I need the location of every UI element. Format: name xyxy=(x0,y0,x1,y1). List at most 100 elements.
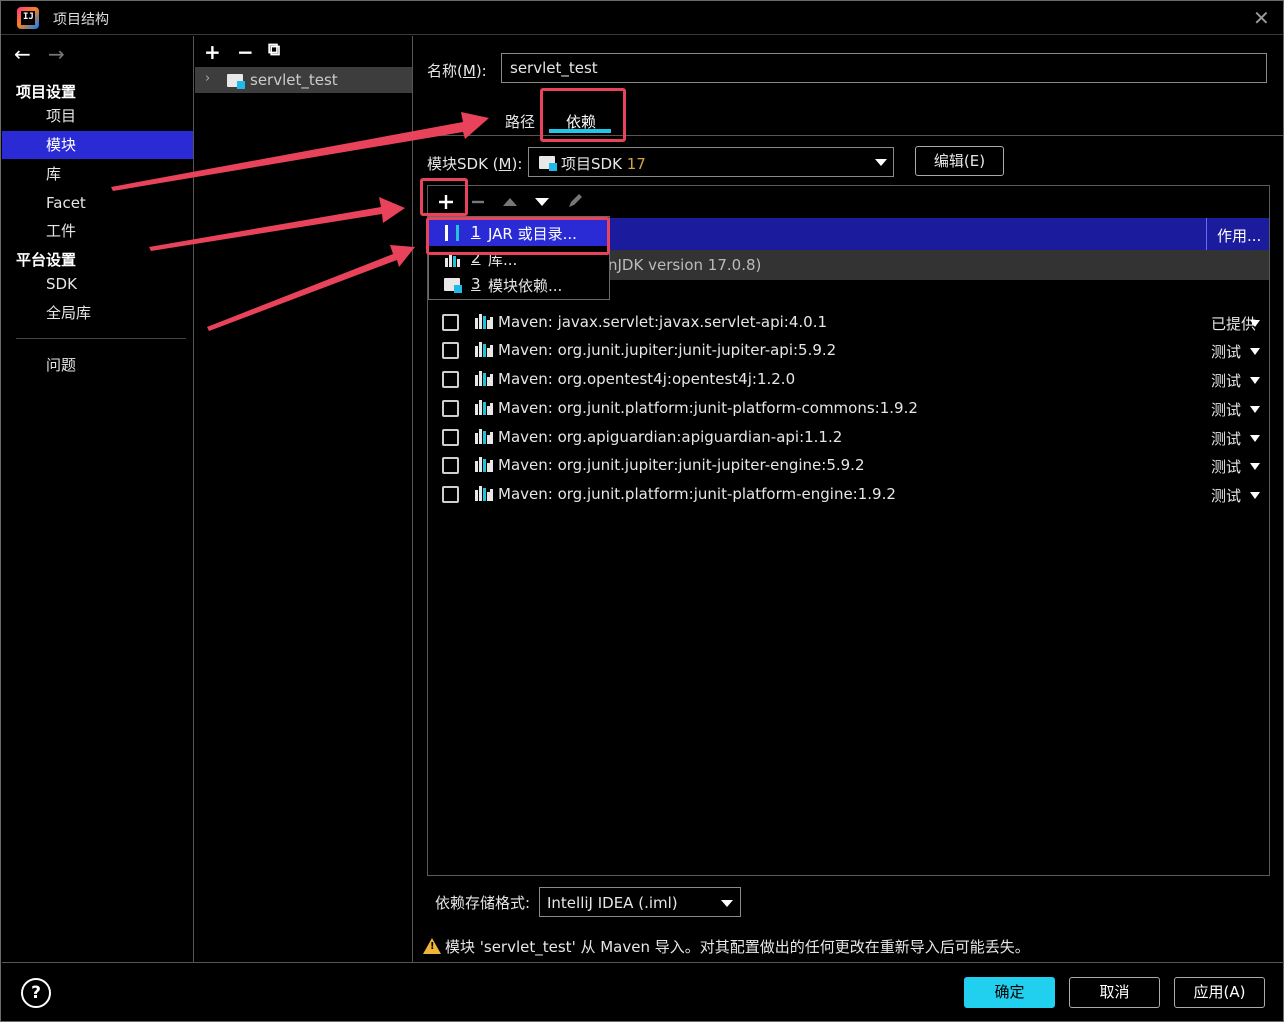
sdk-dependency-label: nJDK version 17.0.8) xyxy=(608,256,762,274)
library-icon xyxy=(475,457,493,472)
library-icon xyxy=(475,342,493,357)
nav-item-problems[interactable]: 问题 xyxy=(2,351,193,379)
warning-icon xyxy=(423,938,441,954)
help-button[interactable]: ? xyxy=(21,978,51,1008)
remove-module-button[interactable]: − xyxy=(237,40,254,64)
dependency-name: Maven: org.junit.platform:junit-platform… xyxy=(498,485,896,503)
apply-button[interactable]: 应用(A) xyxy=(1174,977,1265,1008)
cancel-button[interactable]: 取消 xyxy=(1069,977,1160,1008)
edit-sdk-button[interactable]: 编辑(E) xyxy=(915,146,1004,176)
dependency-name: Maven: org.junit.jupiter:junit-jupiter-e… xyxy=(498,456,865,474)
dependency-name: Maven: org.junit.jupiter:junit-jupiter-a… xyxy=(498,341,837,359)
project-settings-header: 项目设置 xyxy=(16,83,77,101)
nav-item-modules[interactable]: 模块 xyxy=(2,131,193,159)
table-row[interactable]: Maven: org.junit.platform:junit-platform… xyxy=(428,395,1269,423)
module-folder-icon xyxy=(444,278,462,293)
dependency-name: Maven: javax.servlet:javax.servlet-api:4… xyxy=(498,313,828,331)
storage-format-value: IntelliJ IDEA (.iml) xyxy=(547,894,678,912)
title-bar: IJ 项目结构 ✕ xyxy=(1,1,1283,35)
jar-menu-item-highlight xyxy=(426,217,610,255)
nav-item-sdks[interactable]: SDK xyxy=(2,270,193,298)
nav-item-global-libraries[interactable]: 全局库 xyxy=(2,299,193,327)
settings-nav: ← → 项目设置 项目 模块 库 Facet 工件 平台设置 SDK 全局库 问… xyxy=(2,36,194,962)
library-icon xyxy=(475,371,493,386)
chevron-down-icon[interactable] xyxy=(1250,348,1260,355)
forward-arrow-icon[interactable]: → xyxy=(48,42,65,66)
close-icon[interactable]: ✕ xyxy=(1253,6,1270,30)
sdk-selected-value: 项目SDK 17 xyxy=(561,155,646,173)
table-row[interactable]: Maven: org.junit.jupiter:junit-jupiter-e… xyxy=(428,452,1269,480)
storage-format-dropdown[interactable]: IntelliJ IDEA (.iml) xyxy=(539,887,741,917)
dependency-scope[interactable]: 测试 xyxy=(1211,456,1241,477)
window-title: 项目结构 xyxy=(53,12,109,28)
dependencies-toolbar xyxy=(428,186,1269,218)
export-checkbox[interactable] xyxy=(442,486,459,503)
nav-item-facets[interactable]: Facet xyxy=(2,189,193,217)
dependency-scope[interactable]: 测试 xyxy=(1211,399,1241,420)
export-checkbox[interactable] xyxy=(442,342,459,359)
table-row[interactable]: Maven: org.apiguardian:apiguardian-api:1… xyxy=(428,424,1269,452)
chevron-down-icon[interactable] xyxy=(875,159,887,166)
dependency-name: Maven: org.junit.platform:junit-platform… xyxy=(498,399,918,417)
nav-divider xyxy=(16,338,186,339)
name-label: 名称(M): xyxy=(427,62,487,80)
chevron-down-icon[interactable] xyxy=(1250,492,1260,499)
dependency-name: Maven: org.opentest4j:opentest4j:1.2.0 xyxy=(498,370,796,388)
export-checkbox[interactable] xyxy=(442,457,459,474)
module-name-field[interactable]: servlet_test xyxy=(501,53,1267,83)
module-sdk-dropdown[interactable]: 项目SDK 17 xyxy=(528,147,894,177)
remove-dependency-icon[interactable] xyxy=(470,194,486,210)
export-checkbox[interactable] xyxy=(442,400,459,417)
move-up-icon[interactable] xyxy=(502,195,518,209)
table-row[interactable]: Maven: org.junit.platform:junit-platform… xyxy=(428,481,1269,509)
chevron-down-icon[interactable] xyxy=(1250,320,1260,327)
dependency-name: Maven: org.apiguardian:apiguardian-api:1… xyxy=(498,428,843,446)
library-icon xyxy=(475,429,493,444)
export-checkbox[interactable] xyxy=(442,314,459,331)
chevron-down-icon[interactable] xyxy=(721,900,733,907)
library-icon xyxy=(475,486,493,501)
nav-item-project[interactable]: 项目 xyxy=(2,102,193,130)
maven-import-warning: 模块 'servlet_test' 从 Maven 导入。对其配置做出的任何更改… xyxy=(423,936,1030,957)
add-module-button[interactable]: + xyxy=(204,40,221,64)
project-structure-dialog: IJ 项目结构 ✕ ← → 项目设置 项目 模块 库 Facet 工件 平台设置… xyxy=(0,0,1284,1022)
library-icon xyxy=(475,314,493,329)
copy-module-button[interactable]: ⧉ xyxy=(268,40,280,60)
menu-item-module-dependency[interactable]: 3 模块依赖... xyxy=(429,272,609,298)
dependency-scope[interactable]: 测试 xyxy=(1211,485,1241,506)
tab-sources[interactable]: 路径 xyxy=(505,111,535,132)
nav-item-artifacts[interactable]: 工件 xyxy=(2,217,193,245)
storage-format-label: 依赖存储格式: xyxy=(435,894,531,912)
sdk-folder-icon xyxy=(539,156,557,171)
chevron-down-icon[interactable] xyxy=(1250,435,1260,442)
scope-column-header[interactable]: 作用... xyxy=(1206,218,1269,250)
chevron-down-icon[interactable] xyxy=(1250,406,1260,413)
edit-dependency-icon[interactable] xyxy=(566,192,584,210)
chevron-down-icon[interactable] xyxy=(1250,463,1260,470)
chevron-right-icon[interactable]: › xyxy=(205,71,210,86)
dependency-scope[interactable]: 测试 xyxy=(1211,341,1241,362)
dependency-scope[interactable]: 测试 xyxy=(1211,370,1241,391)
move-down-icon[interactable] xyxy=(534,195,550,209)
dependency-scope[interactable]: 测试 xyxy=(1211,428,1241,449)
intellij-logo-icon: IJ xyxy=(17,7,39,29)
warning-text: 模块 'servlet_test' 从 Maven 导入。对其配置做出的任何更改… xyxy=(445,938,1030,956)
nav-item-libraries[interactable]: 库 xyxy=(2,160,193,188)
module-folder-icon xyxy=(227,74,245,89)
module-tree-item[interactable]: › servlet_test xyxy=(195,67,412,93)
ok-button[interactable]: 确定 xyxy=(964,977,1055,1008)
table-row[interactable]: Maven: org.junit.jupiter:junit-jupiter-a… xyxy=(428,337,1269,365)
export-checkbox[interactable] xyxy=(442,371,459,388)
back-arrow-icon[interactable]: ← xyxy=(14,42,31,66)
chevron-down-icon[interactable] xyxy=(1250,377,1260,384)
footer-divider xyxy=(2,962,1284,963)
table-row[interactable]: Maven: javax.servlet:javax.servlet-api:4… xyxy=(428,309,1269,337)
add-button-highlight xyxy=(420,178,468,216)
module-sdk-label: 模块SDK (M): xyxy=(427,155,523,173)
library-icon xyxy=(475,400,493,415)
export-checkbox[interactable] xyxy=(442,429,459,446)
module-tree-panel: + − ⧉ › servlet_test xyxy=(195,36,413,962)
module-tree-label: servlet_test xyxy=(250,71,338,89)
platform-settings-header: 平台设置 xyxy=(16,251,77,269)
table-row[interactable]: Maven: org.opentest4j:opentest4j:1.2.0 测… xyxy=(428,366,1269,394)
